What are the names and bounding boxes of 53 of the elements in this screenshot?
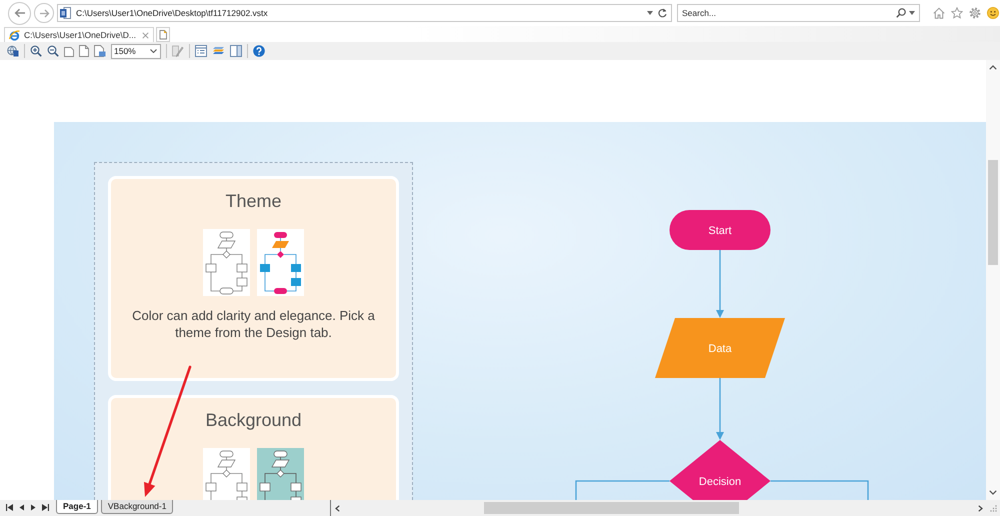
left-arrow-icon	[14, 8, 26, 18]
connector-arrow	[716, 378, 724, 440]
back-button[interactable]	[8, 2, 31, 24]
first-page-icon[interactable]	[6, 504, 13, 510]
refresh-icon[interactable]	[658, 8, 667, 18]
scroll-right-icon[interactable]	[978, 504, 983, 512]
resize-grip-icon	[989, 504, 997, 512]
page-tab[interactable]: VBackground-1	[100, 500, 174, 514]
browser-icon	[9, 30, 20, 40]
document-icon	[60, 7, 71, 19]
new-tab-icon[interactable]	[156, 27, 170, 42]
card-text: Color can add clarity and elegance. Pick a theme from the Design tab.	[131, 307, 376, 341]
node-label: Decision	[698, 476, 742, 488]
zoom-select[interactable]: 150%	[111, 44, 161, 58]
page-tab[interactable]: Page-1	[56, 500, 98, 514]
smiley-icon[interactable]	[987, 7, 999, 19]
globe-icon[interactable]	[7, 45, 19, 57]
dropdown-caret-icon[interactable]	[150, 49, 157, 53]
scroll-down-icon[interactable]	[989, 490, 997, 495]
scrollbar-thumb[interactable]	[484, 502, 739, 514]
next-page-icon[interactable]	[30, 504, 37, 510]
dropdown-caret-icon[interactable]	[909, 11, 915, 15]
flowchart-icon	[203, 229, 250, 296]
home-icon[interactable]	[933, 7, 945, 19]
search-icon[interactable]	[896, 8, 906, 18]
page-icon[interactable]	[79, 45, 89, 57]
search-field[interactable]: Search...	[677, 4, 920, 22]
flowchart-icon	[257, 229, 304, 296]
settings-icon[interactable]	[969, 7, 981, 19]
help-icon[interactable]	[253, 45, 265, 57]
page-icon[interactable]	[64, 45, 74, 57]
right-arrow-icon	[38, 8, 50, 18]
card-title: Theme	[225, 190, 282, 212]
dropdown-caret-icon[interactable]	[647, 11, 653, 15]
page-picture-icon[interactable]	[94, 45, 106, 57]
last-page-icon[interactable]	[42, 504, 49, 510]
zoom-in-icon[interactable]	[30, 45, 42, 57]
address-field[interactable]: C:\Users\User1\OneDrive\Desktop\tf11712902.vstx	[57, 4, 672, 22]
node-label: Data	[708, 343, 732, 355]
star-icon[interactable]	[951, 7, 963, 19]
zoom-out-icon[interactable]	[47, 45, 59, 57]
scrollbar-thumb[interactable]	[988, 160, 998, 265]
layers-icon[interactable]	[212, 45, 225, 57]
scroll-up-icon[interactable]	[989, 65, 997, 70]
panel-icon[interactable]	[230, 45, 242, 57]
list-icon[interactable]	[195, 45, 207, 57]
close-icon[interactable]	[142, 32, 149, 38]
previous-page-icon[interactable]	[18, 504, 25, 510]
scroll-left-icon[interactable]	[335, 504, 340, 512]
browser-tab[interactable]: C:\Users\User1\OneDrive\D...	[4, 27, 154, 42]
node-label: Start	[708, 225, 732, 237]
connector-arrow	[716, 250, 724, 318]
card-title: Background	[205, 409, 302, 431]
